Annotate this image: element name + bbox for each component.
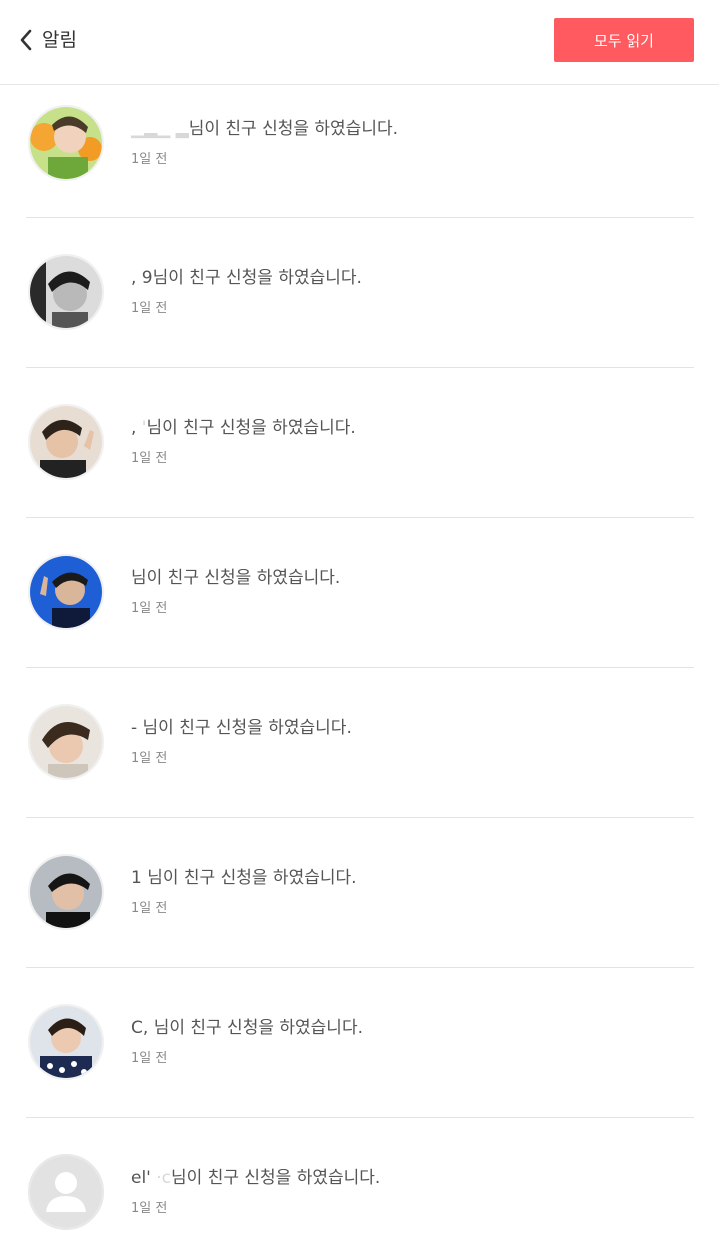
avatar bbox=[28, 254, 104, 330]
avatar bbox=[28, 1004, 104, 1080]
avatar bbox=[28, 704, 104, 780]
notification-time: 1일 전 bbox=[131, 152, 168, 167]
notification-item[interactable]: , 9님이 친구 신청을 하였습니다. 1일 전 bbox=[26, 218, 694, 368]
notification-time: 1일 전 bbox=[131, 901, 168, 916]
notification-message: 님이 친구 신청을 하였습니다. bbox=[131, 568, 341, 588]
notification-time: 1일 전 bbox=[131, 1051, 168, 1066]
avatar bbox=[28, 404, 104, 480]
notification-item[interactable]: el' ·c님이 친구 신청을 하였습니다. 1일 전 bbox=[26, 1118, 694, 1250]
notification-time: 1일 전 bbox=[131, 301, 168, 316]
notification-message: , 9님이 친구 신청을 하였습니다. bbox=[131, 268, 362, 288]
avatar bbox=[28, 554, 104, 630]
back-button[interactable] bbox=[14, 26, 38, 54]
notification-message: ▁▂▁ ▂님이 친구 신청을 하였습니다. bbox=[131, 119, 398, 139]
notification-item[interactable]: - 님이 친구 신청을 하였습니다. 1일 전 bbox=[26, 668, 694, 818]
notification-message: C, 님이 친구 신청을 하였습니다. bbox=[131, 1018, 363, 1038]
notification-message: , '님이 친구 신청을 하였습니다. bbox=[131, 418, 356, 438]
notification-message: 1 님이 친구 신청을 하였습니다. bbox=[131, 868, 357, 888]
default-user-icon bbox=[28, 1154, 104, 1230]
chevron-left-icon bbox=[20, 29, 32, 51]
notification-time: 1일 전 bbox=[131, 751, 168, 766]
notification-time: 1일 전 bbox=[131, 601, 168, 616]
avatar bbox=[28, 105, 104, 181]
notification-message: el' ·c님이 친구 신청을 하였습니다. bbox=[131, 1168, 381, 1188]
notification-item[interactable]: C, 님이 친구 신청을 하였습니다. 1일 전 bbox=[26, 968, 694, 1118]
avatar bbox=[28, 854, 104, 930]
notification-item[interactable]: ▁▂▁ ▂님이 친구 신청을 하였습니다. 1일 전 bbox=[26, 85, 694, 218]
app-header: 알림 모두 읽기 bbox=[0, 0, 719, 85]
notification-item[interactable]: , '님이 친구 신청을 하였습니다. 1일 전 bbox=[26, 368, 694, 518]
notification-item[interactable]: 님이 친구 신청을 하였습니다. 1일 전 bbox=[26, 518, 694, 668]
notification-message: - 님이 친구 신청을 하였습니다. bbox=[131, 718, 352, 738]
notification-list: ▁▂▁ ▂님이 친구 신청을 하였습니다. 1일 전 , 9님이 친구 신청을 … bbox=[26, 85, 694, 1250]
read-all-button[interactable]: 모두 읽기 bbox=[554, 18, 694, 62]
page-title: 알림 bbox=[42, 29, 77, 51]
notification-item[interactable]: 1 님이 친구 신청을 하였습니다. 1일 전 bbox=[26, 818, 694, 968]
notification-time: 1일 전 bbox=[131, 451, 168, 466]
notification-time: 1일 전 bbox=[131, 1201, 168, 1216]
